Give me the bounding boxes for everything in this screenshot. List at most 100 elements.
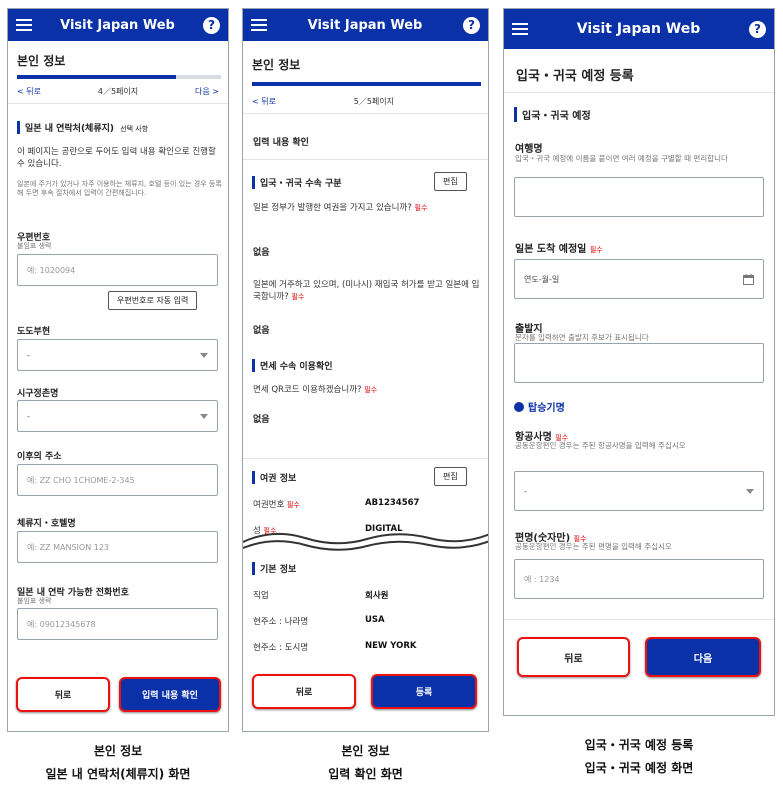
required-tag: 필수 bbox=[414, 204, 428, 212]
required-tag: 필수 bbox=[589, 246, 603, 254]
phone-hint: 불임표 생략 bbox=[17, 597, 52, 605]
airline-help: 공동운항편인 경우는 주된 항공사명을 입력해 주십시오 bbox=[515, 441, 686, 450]
register-button[interactable]: 등록 bbox=[371, 674, 477, 709]
postal-autofill-button[interactable]: 우편번호로 자동 입력 bbox=[108, 291, 198, 310]
row-passport-no: 여권번호 필수 AB1234567 bbox=[253, 498, 419, 510]
row-occupation: 직업 회사원 bbox=[253, 589, 388, 601]
city-value: - bbox=[27, 411, 30, 421]
airline-value: - bbox=[524, 486, 527, 496]
address-label: 이후의 주소 bbox=[17, 452, 62, 462]
calendar-icon[interactable] bbox=[743, 273, 754, 285]
screen-contact-info: Visit Japan Web ? 본인 정보 < 뒤로 4／5페이지 다음 >… bbox=[7, 8, 229, 732]
origin-input[interactable] bbox=[514, 343, 764, 383]
caption-screen1: 본인 정보 일본 내 연락처(체류지) 화면 bbox=[7, 740, 229, 786]
caption-line: 본인 정보 bbox=[93, 744, 143, 758]
question-text: 일본 정부가 발행한 여권을 가지고 있습니까? bbox=[253, 203, 412, 213]
section-title: 일본 내 연락처(체류지) 선택 사항 bbox=[17, 121, 217, 134]
row-city: 현주소 : 도시명 NEW YORK bbox=[253, 641, 416, 653]
flight-no-input[interactable]: 예 : 1234 bbox=[514, 559, 764, 599]
chevron-down-icon bbox=[200, 413, 208, 419]
arrival-date-label: 일본 도착 예정일 필수 bbox=[515, 240, 603, 255]
caption-screen3: 입국・귀국 예정 등록 입국・귀국 예정 화면 bbox=[503, 734, 775, 780]
back-button[interactable]: 뒤로 bbox=[252, 674, 356, 709]
pager: < 뒤로 5／5페이지 bbox=[243, 96, 403, 107]
app-title: Visit Japan Web bbox=[60, 17, 175, 33]
postal-input[interactable]: 예: 1020094 bbox=[17, 254, 218, 286]
answer-passport: 없음 bbox=[253, 248, 270, 258]
help-icon[interactable]: ? bbox=[748, 20, 766, 38]
help-icon[interactable]: ? bbox=[462, 16, 480, 34]
intro-text: 이 페이지는 공란으로 두어도 입력 내용 확인으로 진행할 수 있습니다. bbox=[17, 147, 216, 170]
caption-screen2: 본인 정보 입력 확인 화면 bbox=[242, 740, 489, 786]
section-basic: 기본 정보 bbox=[252, 562, 296, 575]
required-tag: 필수 bbox=[291, 293, 305, 302]
caption-line: 입력 확인 화면 bbox=[328, 766, 403, 781]
chevron-down-icon bbox=[200, 352, 208, 358]
menu-icon[interactable] bbox=[251, 19, 267, 31]
phone-input[interactable]: 예: 09012345678 bbox=[17, 608, 218, 640]
question-text: 일본에 거주하고 있으며, (미나시) 재입국 허가를 받고 일본에 입국합니까… bbox=[253, 280, 480, 303]
menu-icon[interactable] bbox=[512, 23, 528, 35]
answer-reentry: 없음 bbox=[253, 326, 270, 336]
top-bar: Visit Japan Web ? bbox=[243, 9, 488, 41]
progress-bar bbox=[17, 75, 221, 79]
flight-section: 탑승기명 bbox=[514, 399, 565, 414]
passport-edit-button[interactable]: 편집 bbox=[434, 467, 467, 486]
page-indicator: 5／5페이지 bbox=[353, 97, 394, 106]
city-select[interactable]: - bbox=[17, 400, 218, 432]
field-label: 현주소 : 도시명 bbox=[253, 643, 309, 653]
airline-select[interactable]: - bbox=[514, 471, 764, 511]
page-title: 입국・귀국 예정 등록 bbox=[516, 69, 634, 84]
section-passport: 여권 정보 bbox=[252, 471, 296, 484]
page-title: 본인 정보 bbox=[17, 54, 66, 68]
flight-no-help: 공동운항편인 경우는 주된 편명을 입력해 주십시오 bbox=[515, 542, 672, 551]
field-value: 회사원 bbox=[365, 591, 389, 601]
back-link[interactable]: < 뒤로 bbox=[252, 96, 276, 107]
back-button[interactable]: 뒤로 bbox=[517, 637, 630, 677]
progress-bar bbox=[252, 82, 481, 86]
chevron-down-icon bbox=[746, 488, 754, 494]
bullet-dot-icon bbox=[514, 401, 524, 412]
caption-line: 본인 정보 bbox=[341, 744, 390, 758]
field-label: 직업 bbox=[253, 591, 269, 601]
caption-line: 입국・귀국 예정 화면 bbox=[584, 760, 694, 775]
edit-button[interactable]: 편집 bbox=[434, 172, 467, 191]
caption-line: 일본 내 연락처(체류지) 화면 bbox=[45, 766, 191, 781]
menu-icon[interactable] bbox=[16, 19, 32, 31]
top-bar: Visit Japan Web ? bbox=[504, 9, 774, 49]
section-title: 입국・귀국 예정 bbox=[514, 107, 591, 122]
postal-hint: 불임표 생략 bbox=[17, 242, 52, 250]
back-link[interactable]: < 뒤로 bbox=[17, 86, 41, 97]
note-text: 일본에 주거가 있거나 자주 이용하는 체류지, 호텔 등이 있는 경우 등록해… bbox=[17, 180, 222, 198]
app-title: Visit Japan Web bbox=[307, 17, 423, 33]
optional-tag: 선택 사항 bbox=[120, 125, 149, 133]
address-input[interactable]: 예: ZZ CHO 1CHOME-2-345 bbox=[17, 464, 218, 496]
back-button[interactable]: 뒤로 bbox=[16, 677, 110, 712]
top-bar: Visit Japan Web ? bbox=[8, 9, 228, 41]
arrival-date-label-text: 일본 도착 예정일 bbox=[515, 244, 587, 255]
row-country: 현주소 : 나라명 USA bbox=[253, 615, 385, 627]
flight-section-title: 탑승기명 bbox=[528, 403, 565, 414]
field-value: AB1234567 bbox=[365, 498, 420, 508]
required-tag: 필수 bbox=[364, 386, 378, 394]
arrival-date-input[interactable]: 연도-월-일 bbox=[514, 259, 764, 299]
hotel-input[interactable]: 예: ZZ MANSION 123 bbox=[17, 531, 218, 563]
prefecture-select[interactable]: - bbox=[17, 339, 218, 371]
next-link[interactable]: 다음 > bbox=[195, 86, 219, 97]
origin-help: 문자를 입력하면 출발지 후보가 표시됩니다 bbox=[515, 333, 649, 342]
help-icon[interactable]: ? bbox=[202, 16, 220, 34]
app-title: Visit Japan Web bbox=[576, 21, 701, 37]
field-label: 현주소 : 나라명 bbox=[253, 617, 309, 627]
confirm-button[interactable]: 입력 내용 확인 bbox=[119, 677, 221, 712]
next-button[interactable]: 다음 bbox=[645, 637, 761, 677]
trip-name-input[interactable] bbox=[514, 177, 764, 217]
section-title-text: 일본 내 연락처(체류지) bbox=[25, 124, 115, 134]
field-value: USA bbox=[365, 615, 385, 625]
city-label: 시구정촌명 bbox=[17, 389, 59, 399]
wave-cut-divider bbox=[243, 532, 488, 552]
pager: < 뒤로 4／5페이지 다음 > bbox=[8, 86, 228, 97]
prefecture-label: 도도부현 bbox=[17, 327, 51, 337]
field-value: NEW YORK bbox=[365, 641, 417, 651]
arrival-date-placeholder: 연도-월-일 bbox=[524, 274, 560, 284]
section-taxfree: 면세 수속 이용확인 bbox=[252, 359, 333, 372]
